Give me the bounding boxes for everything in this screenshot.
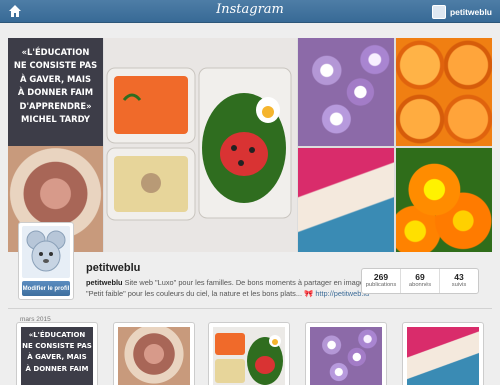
bio-text: Site web "Luxo" pour les familles. De bo… — [122, 278, 370, 287]
stat-publications[interactable]: 269 publications — [362, 269, 401, 293]
instagram-logo[interactable]: Instagram — [0, 2, 500, 17]
banner-lilies-image[interactable] — [396, 148, 492, 252]
stat-label: suivis — [451, 282, 467, 288]
thumbnail-flowers-image — [310, 327, 382, 385]
stat-number: 69 — [415, 272, 425, 282]
top-bar: Instagram petitweblu — [0, 0, 500, 23]
topbar-username: petitweblu — [449, 6, 492, 17]
profile-username: petitweblu — [86, 262, 141, 274]
profile-picture-card: Modifier le profil — [18, 222, 74, 300]
thumbnail-cupcake-image — [407, 327, 479, 385]
avatar — [431, 4, 446, 19]
thumbnail-lunchbox-image — [213, 327, 285, 385]
stat-following[interactable]: 43 suivis — [440, 269, 478, 293]
stat-followers[interactable]: 69 abonnés — [401, 269, 440, 293]
thumbnail-quote-image: «L'ÉDUCATION NE CONSISTE PAS À GAVER, MA… — [21, 327, 93, 385]
quote-line: «L'ÉDUCATION — [21, 47, 90, 57]
thumbnail-pie-image — [118, 327, 190, 385]
stat-label: publications — [365, 282, 397, 288]
quote-line: NE CONSISTE PAS — [22, 342, 92, 351]
profile-bio: petitweblu Site web "Luxo" pour les fami… — [86, 278, 376, 299]
bio-username[interactable]: petitweblu — [86, 278, 123, 287]
quote-line: À DONNER FAIM — [17, 87, 94, 98]
photo-thumbnail[interactable] — [305, 322, 387, 385]
quote-line: D'APPRENDRE» — [19, 100, 92, 111]
banner-lunchbox-image[interactable] — [104, 38, 297, 252]
photo-thumbnail[interactable] — [402, 322, 484, 385]
profile-stats: 269 publications 69 abonnés 43 suivis — [361, 268, 479, 294]
profile-picture[interactable] — [22, 226, 70, 278]
banner-flowers-image[interactable] — [298, 38, 394, 146]
banner-cupcake-image[interactable] — [298, 148, 394, 252]
stat-number: 269 — [373, 272, 389, 282]
edit-profile-button[interactable]: Modifier le profil — [22, 281, 70, 296]
quote-line: «L'ÉDUCATION — [28, 331, 86, 339]
stat-label: abonnés — [408, 282, 432, 288]
quote-line: À DONNER FAIM — [25, 364, 89, 373]
banner-oranges-image[interactable] — [396, 38, 492, 146]
quote-line: À GAVER, MAIS — [27, 353, 87, 362]
photo-thumbnail[interactable]: «L'ÉDUCATION NE CONSISTE PAS À GAVER, MA… — [16, 322, 98, 385]
stat-number: 43 — [454, 272, 464, 282]
user-menu[interactable]: petitweblu — [431, 4, 492, 19]
photo-thumbnail[interactable] — [208, 322, 290, 385]
section-divider — [8, 308, 492, 309]
photo-grid: «L'ÉDUCATION NE CONSISTE PAS À GAVER, MA… — [8, 322, 492, 385]
quote-line: NE CONSISTE PAS — [13, 60, 98, 71]
photo-thumbnail[interactable] — [113, 322, 195, 385]
quote-line: MICHEL TARDY — [21, 114, 90, 125]
bio-text-line2: "Petit faible" pour les couleurs du ciel… — [86, 288, 316, 298]
profile-banner: «L'ÉDUCATION NE CONSISTE PAS À GAVER, MA… — [8, 38, 492, 252]
banner-quote-image[interactable]: «L'ÉDUCATION NE CONSISTE PAS À GAVER, MA… — [8, 38, 103, 146]
quote-line: À GAVER, MAIS — [19, 73, 92, 84]
